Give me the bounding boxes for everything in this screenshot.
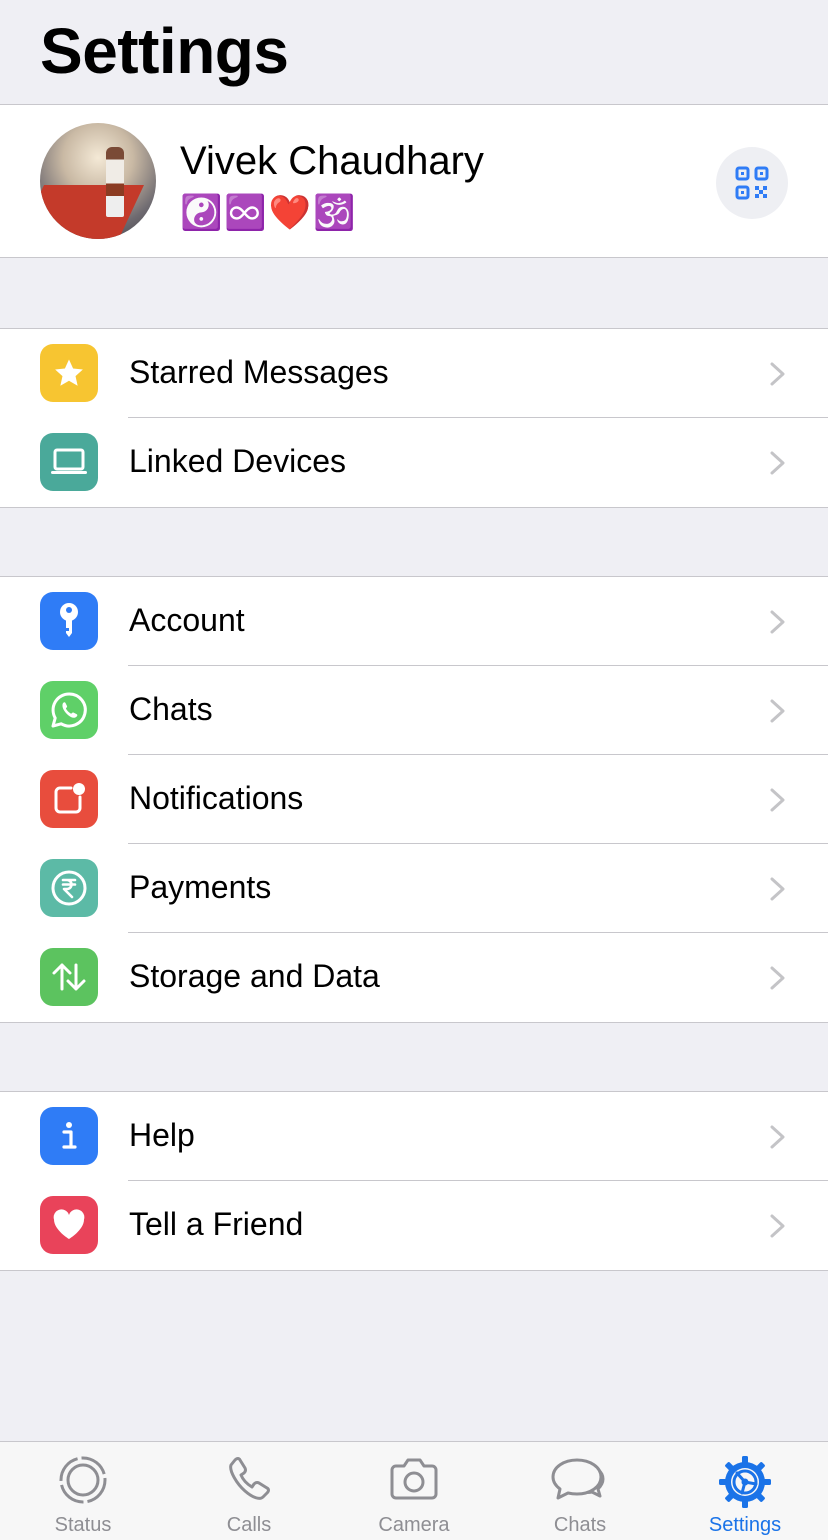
row-label: Help (129, 1117, 195, 1153)
key-icon (40, 592, 98, 650)
chevron-right-icon (770, 788, 785, 812)
tab-chats[interactable]: Chats (497, 1442, 663, 1540)
phone-icon (229, 1457, 270, 1500)
row-notifications[interactable]: Notifications (0, 755, 828, 844)
row-label: Storage and Data (129, 958, 380, 994)
row-account[interactable]: Account (0, 577, 828, 666)
row-label: Chats (129, 691, 213, 727)
chevron-right-icon (770, 1214, 785, 1238)
up-down-arrows-icon (40, 948, 98, 1006)
row-starred-messages[interactable]: Starred Messages (0, 329, 828, 418)
tab-label: Calls (226, 1514, 272, 1536)
tab-label: Status (54, 1514, 112, 1536)
row-label: Notifications (129, 780, 304, 816)
qr-code-button[interactable] (716, 147, 788, 219)
tab-label: Settings (708, 1514, 782, 1536)
row-chats[interactable]: Chats (0, 666, 828, 755)
row-tell-a-friend[interactable]: Tell a Friend (0, 1181, 828, 1270)
status-icon (59, 1456, 107, 1504)
chevron-right-icon (770, 1125, 785, 1149)
row-label: Tell a Friend (129, 1206, 304, 1242)
row-label: Starred Messages (129, 354, 389, 390)
qr-code-icon (735, 166, 769, 200)
settings-group-3: Help Tell a Friend (0, 1091, 828, 1271)
rupee-icon (40, 859, 98, 917)
info-icon (40, 1107, 98, 1165)
profile-card[interactable]: Vivek Chaudhary ☯️♾️❤️🕉️ (0, 104, 828, 258)
whatsapp-icon (40, 681, 98, 739)
avatar[interactable] (40, 123, 156, 239)
gear-icon (719, 1456, 771, 1508)
tab-calls[interactable]: Calls (166, 1442, 332, 1540)
tab-bar: Status Calls Camera Chats Settings (0, 1441, 828, 1540)
chevron-right-icon (770, 451, 785, 475)
chevron-right-icon (770, 966, 785, 990)
laptop-icon (40, 433, 98, 491)
profile-status: ☯️♾️❤️🕉️ (180, 193, 358, 233)
chevron-right-icon (770, 699, 785, 723)
row-label: Payments (129, 869, 272, 905)
row-storage-and-data[interactable]: Storage and Data (0, 933, 828, 1022)
settings-group-2: Account Chats Notifications Payments Sto… (0, 576, 828, 1023)
chat-bubbles-icon (551, 1458, 605, 1500)
row-linked-devices[interactable]: Linked Devices (0, 418, 828, 507)
page-title: Settings (40, 15, 289, 87)
row-payments[interactable]: Payments (0, 844, 828, 933)
tab-settings[interactable]: Settings (662, 1442, 828, 1540)
row-label: Linked Devices (129, 443, 346, 479)
camera-icon (390, 1458, 438, 1500)
notification-badge-icon (40, 770, 98, 828)
tab-label: Camera (378, 1514, 450, 1536)
tab-label: Chats (553, 1514, 607, 1536)
settings-group-1: Starred Messages Linked Devices (0, 328, 828, 508)
chevron-right-icon (770, 362, 785, 386)
tab-status[interactable]: Status (0, 1442, 166, 1540)
profile-name: Vivek Chaudhary (180, 139, 484, 183)
star-icon (40, 344, 98, 402)
chevron-right-icon (770, 610, 785, 634)
chevron-right-icon (770, 877, 785, 901)
tab-camera[interactable]: Camera (331, 1442, 497, 1540)
row-help[interactable]: Help (0, 1092, 828, 1181)
row-label: Account (129, 602, 245, 638)
heart-icon (40, 1196, 98, 1254)
